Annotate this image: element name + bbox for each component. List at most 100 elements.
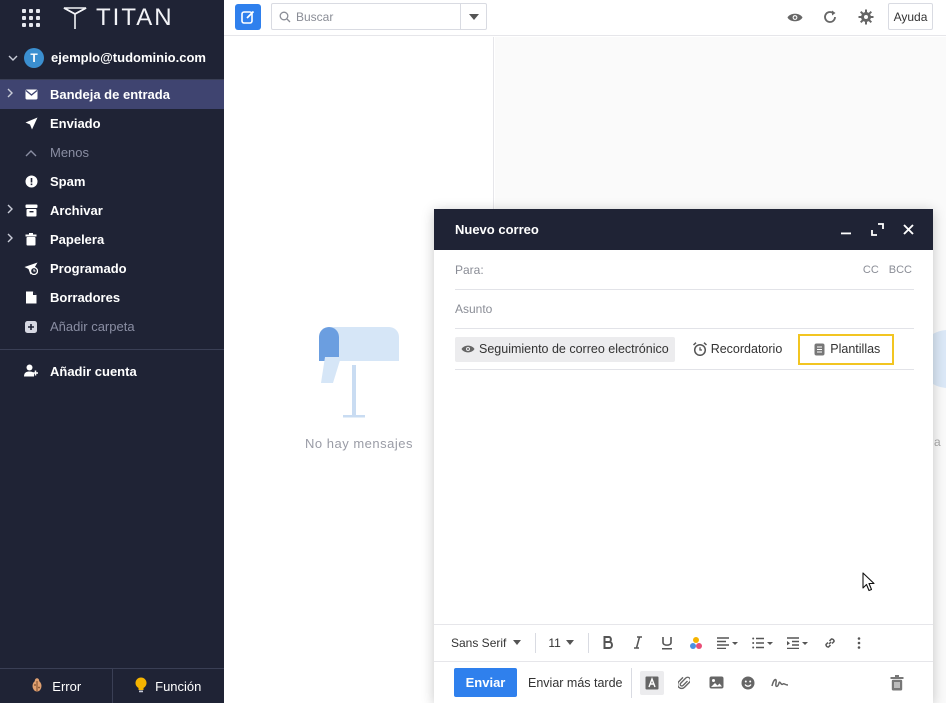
font-size-value: 11 — [548, 635, 561, 650]
to-field[interactable]: Para: CC BCC — [455, 250, 914, 290]
subject-input[interactable]: Asunto — [455, 302, 492, 316]
sidebar-item-sent[interactable]: Enviado — [0, 109, 224, 138]
reminder-button[interactable]: Recordatorio — [687, 337, 789, 362]
add-account-button[interactable]: Añadir cuenta — [0, 350, 224, 392]
eye-icon[interactable] — [786, 8, 804, 26]
alert-icon — [24, 175, 38, 189]
apps-grid-icon[interactable] — [22, 9, 40, 27]
delete-draft-icon[interactable] — [889, 675, 905, 691]
bcc-button[interactable]: BCC — [889, 264, 912, 276]
format-toolbar: Sans Serif 11 — [434, 624, 933, 660]
indent-icon[interactable] — [786, 635, 809, 651]
cc-button[interactable]: CC — [863, 264, 879, 276]
titan-logo: TITAN — [62, 4, 174, 32]
sidebar-item-label: Añadir carpeta — [50, 319, 135, 334]
feature-request-button[interactable]: Función — [111, 669, 225, 703]
account-email: ejemplo@tudominio.com — [51, 50, 206, 65]
sidebar-item-label: Bandeja de entrada — [50, 87, 170, 102]
color-palette-icon[interactable] — [688, 635, 704, 651]
error-label: Error — [52, 678, 82, 694]
divider — [535, 632, 537, 653]
gear-icon[interactable] — [857, 8, 875, 26]
compose-window: Nuevo correo Para: CC BCC Asunto Seguimi… — [434, 209, 933, 703]
sidebar-item-label: Programado — [50, 261, 127, 276]
list-icon[interactable] — [752, 635, 774, 651]
account-row[interactable]: T ejemplo@tudominio.com — [0, 36, 224, 80]
compose-icon — [241, 10, 255, 24]
draft-icon — [24, 291, 38, 305]
email-tracking-button[interactable]: Seguimiento de correo electrónico — [455, 336, 675, 362]
templates-button[interactable]: Plantillas — [798, 333, 895, 365]
signature-icon[interactable] — [768, 671, 792, 695]
templates-label: Plantillas — [830, 342, 881, 356]
add-user-icon — [24, 364, 38, 378]
chevron-right-icon[interactable] — [6, 233, 14, 246]
close-icon[interactable] — [901, 222, 915, 236]
sidebar-item-add-folder[interactable]: Añadir carpeta — [0, 312, 224, 341]
folder-list: Bandeja de entrada Enviado Menos Spam Ar… — [0, 80, 224, 341]
sidebar-item-label: Papelera — [50, 232, 105, 247]
font-family-select[interactable]: Sans Serif — [451, 633, 522, 653]
lightbulb-icon — [135, 677, 147, 696]
sidebar-item-less[interactable]: Menos — [0, 138, 224, 167]
search-input[interactable] — [296, 9, 446, 24]
underline-icon[interactable] — [659, 635, 675, 651]
image-icon[interactable] — [704, 671, 728, 695]
titan-logo-icon — [63, 7, 87, 29]
sidebar-item-archive[interactable]: Archivar — [0, 196, 224, 225]
sidebar-item-trash[interactable]: Papelera — [0, 225, 224, 254]
chevron-right-icon[interactable] — [6, 88, 14, 101]
sidebar-item-label: Archivar — [50, 203, 103, 218]
minimize-icon[interactable] — [839, 222, 853, 236]
font-size-select[interactable]: 11 — [548, 633, 574, 653]
send-later-button[interactable]: Enviar más tarde — [528, 676, 622, 690]
paperclip-icon[interactable] — [672, 671, 696, 695]
sidebar-item-label: Borradores — [50, 290, 121, 305]
reminder-label: Recordatorio — [710, 342, 783, 356]
search-icon — [279, 11, 291, 22]
eye-icon — [461, 342, 475, 356]
caret-down-icon — [468, 13, 479, 20]
caret-down-icon — [565, 640, 574, 645]
more-vertical-icon[interactable] — [851, 635, 867, 651]
emoji-icon[interactable] — [736, 671, 760, 695]
mouse-pointer-icon — [862, 572, 875, 592]
chevron-up-icon — [24, 146, 38, 160]
subject-field[interactable]: Asunto — [455, 290, 914, 329]
add-account-label: Añadir cuenta — [50, 363, 137, 379]
reading-pane-text: a — [934, 435, 941, 449]
cc-bcc-controls: CC BCC — [863, 264, 912, 276]
search-box[interactable] — [271, 3, 487, 30]
compose-button[interactable] — [235, 4, 261, 30]
paper-plane-icon — [24, 117, 38, 131]
error-report-button[interactable]: Error — [0, 669, 112, 703]
sidebar-item-inbox[interactable]: Bandeja de entrada — [0, 80, 224, 109]
compose-header: Nuevo correo — [434, 209, 933, 250]
align-icon[interactable] — [716, 635, 739, 651]
sidebar-footer: Error Función — [0, 668, 224, 703]
bold-icon[interactable] — [601, 635, 617, 651]
scheduled-send-icon — [24, 262, 38, 276]
italic-icon[interactable] — [630, 635, 646, 651]
refresh-icon[interactable] — [821, 8, 839, 26]
brand-name: TITAN — [96, 4, 174, 31]
chevron-down-icon[interactable] — [6, 51, 20, 65]
chevron-right-icon[interactable] — [6, 204, 14, 217]
sidebar-item-drafts[interactable]: Borradores — [0, 283, 224, 312]
expand-icon[interactable] — [870, 222, 884, 236]
sidebar-item-spam[interactable]: Spam — [0, 167, 224, 196]
caret-down-icon — [513, 640, 522, 645]
help-button[interactable]: Ayuda — [888, 3, 933, 30]
alarm-clock-icon — [692, 342, 707, 356]
sidebar-item-scheduled[interactable]: Programado — [0, 254, 224, 283]
link-icon[interactable] — [822, 635, 838, 651]
search-options-dropdown[interactable] — [460, 4, 486, 29]
top-bar: Ayuda — [224, 0, 946, 36]
mailbox-illustration-icon — [319, 327, 399, 418]
email-tracking-label: Seguimiento de correo electrónico — [479, 342, 669, 356]
sidebar-item-label: Enviado — [50, 116, 101, 131]
send-button[interactable]: Enviar — [454, 668, 517, 697]
text-format-icon[interactable] — [640, 670, 665, 695]
compose-options: Seguimiento de correo electrónico Record… — [455, 329, 914, 370]
font-family-value: Sans Serif — [451, 635, 507, 650]
